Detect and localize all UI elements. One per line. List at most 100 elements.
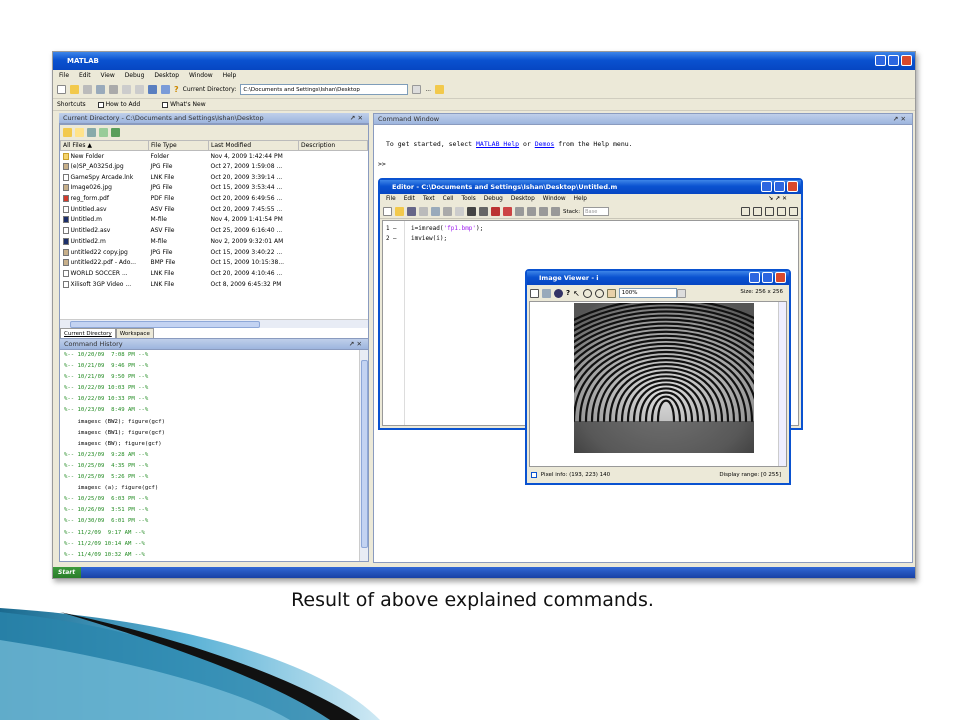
- command-prompt[interactable]: >>: [378, 160, 386, 168]
- menu-edit[interactable]: Edit: [79, 72, 91, 79]
- history-line[interactable]: %-- 10/22/09 10:03 PM --%: [64, 383, 360, 394]
- tile-icon[interactable]: [741, 207, 750, 216]
- history-line[interactable]: %-- 10/25/09 6:03 PM --%: [64, 494, 360, 505]
- file-row[interactable]: Untitled2.m M-file Nov 2, 2009 9:32:01 AM: [61, 236, 368, 247]
- history-line[interactable]: %-- 10/20/09 7:08 PM --%: [64, 350, 360, 361]
- print-icon[interactable]: [467, 207, 476, 216]
- file-name-cell[interactable]: Untitled.m: [61, 215, 149, 226]
- shortcut-whats-new[interactable]: What's New: [162, 101, 216, 108]
- pan-hand-icon[interactable]: [606, 288, 616, 298]
- split-vertical-icon[interactable]: [753, 207, 762, 216]
- file-row[interactable]: WORLD SOCCER ... LNK File Oct 20, 2009 4:1…: [61, 268, 368, 279]
- pointer-icon[interactable]: ↖: [573, 289, 580, 298]
- browse-ellipsis[interactable]: ...: [425, 86, 431, 93]
- chevron-down-icon[interactable]: [412, 85, 422, 94]
- file-name-cell[interactable]: Untitled2.asv: [61, 225, 149, 236]
- minimize-button[interactable]: [875, 55, 886, 66]
- file-row[interactable]: Untitled.asv ASV File Oct 20, 2009 7:45:55…: [61, 204, 368, 215]
- history-line[interactable]: %-- 11/2/09 9:17 AM --%: [64, 528, 360, 539]
- code-line[interactable]: i=imread('fp1.bmp');: [411, 224, 483, 234]
- report-icon[interactable]: [111, 128, 120, 137]
- maximize-button[interactable]: [888, 55, 899, 66]
- history-line[interactable]: %-- 11/2/09 10:14 AM --%: [64, 539, 360, 550]
- split-horizontal-icon[interactable]: [765, 207, 774, 216]
- new-file-icon[interactable]: [383, 207, 392, 216]
- col-last-modified[interactable]: Last Modified: [208, 140, 299, 151]
- up-folder-icon[interactable]: [63, 128, 72, 137]
- file-name-cell[interactable]: GameSpy Arcade.lnk: [61, 172, 149, 183]
- shortcut-how-to-add[interactable]: How to Add: [97, 101, 151, 108]
- file-name-cell[interactable]: reg_form.pdf: [61, 193, 149, 204]
- paste-icon[interactable]: [443, 207, 452, 216]
- history-line[interactable]: %-- 10/25/09 4:35 PM --%: [64, 461, 360, 472]
- browse-folder-icon[interactable]: [435, 85, 445, 94]
- close-button[interactable]: [775, 272, 786, 283]
- panel-controls[interactable]: ↗ ✕: [349, 339, 362, 350]
- col-file-type[interactable]: File Type: [148, 140, 209, 151]
- pixel-info-checkbox[interactable]: [531, 471, 537, 478]
- file-row[interactable]: New Folder Folder Nov 4, 2009 1:42:44 PM: [61, 151, 368, 162]
- history-line[interactable]: %-- 10/26/09 3:51 PM --%: [64, 505, 360, 516]
- history-line[interactable]: %-- 11/4/09 10:32 AM --%: [64, 550, 360, 561]
- image-display-area[interactable]: [529, 301, 787, 467]
- editor-menu-debug[interactable]: Debug: [484, 196, 503, 202]
- col-all-files[interactable]: All Files ▲: [60, 140, 149, 151]
- redo-icon[interactable]: [135, 85, 144, 94]
- history-line[interactable]: %-- 10/30/09 6:01 PM --%: [64, 516, 360, 527]
- menu-window[interactable]: Window: [189, 72, 213, 79]
- panel-controls[interactable]: ↗ ✕: [350, 113, 363, 124]
- image-scrollbar[interactable]: [778, 302, 786, 466]
- file-row[interactable]: Xilisoft 3GP Video ... LNK File Oct 8, 200…: [61, 279, 368, 290]
- open-folder-icon[interactable]: [70, 85, 79, 94]
- cut-icon[interactable]: [419, 207, 428, 216]
- maximize-doc-icon[interactable]: [789, 207, 798, 216]
- close-button[interactable]: [787, 181, 798, 192]
- function-icon[interactable]: [491, 207, 500, 216]
- new-figure-icon[interactable]: [530, 288, 539, 298]
- close-button[interactable]: [901, 55, 912, 66]
- current-dir-input[interactable]: C:\Documents and Settings\Ishan\Desktop: [240, 84, 409, 95]
- find-icon[interactable]: [479, 207, 488, 216]
- editor-menu-text[interactable]: Text: [423, 196, 435, 202]
- history-line[interactable]: %-- 10/23/09 9:28 AM --%: [64, 450, 360, 461]
- file-name-cell[interactable]: WORLD SOCCER ...: [61, 268, 149, 279]
- matlab-help-link[interactable]: MATLAB Help: [476, 140, 519, 148]
- col-description[interactable]: Description: [298, 140, 368, 151]
- demos-link[interactable]: Demos: [535, 140, 555, 148]
- zoom-in-icon[interactable]: [582, 288, 592, 298]
- file-name-cell[interactable]: Image026.jpg: [61, 183, 149, 194]
- undo-icon[interactable]: [455, 207, 464, 216]
- step-in-icon[interactable]: [527, 207, 536, 216]
- step-out-icon[interactable]: [539, 207, 548, 216]
- refresh-icon[interactable]: [99, 128, 108, 137]
- help-icon[interactable]: ?: [174, 85, 179, 94]
- code-area[interactable]: i=imread('fp1.bmp'); imview(i);: [411, 224, 483, 244]
- maximize-button[interactable]: [774, 181, 785, 192]
- file-row[interactable]: untitled22 copy.jpg JPG File Oct 15, 2009 …: [61, 247, 368, 258]
- guide-icon[interactable]: [161, 85, 170, 94]
- zoom-out-icon[interactable]: [594, 288, 604, 298]
- editor-menu-help[interactable]: Help: [574, 196, 587, 202]
- editor-menu-cell[interactable]: Cell: [443, 196, 454, 202]
- editor-doc-controls[interactable]: ↘ ↗ ✕: [768, 194, 787, 204]
- history-line[interactable]: %-- 10/21/09 9:46 PM --%: [64, 361, 360, 372]
- start-button[interactable]: Start: [53, 567, 81, 578]
- history-line[interactable]: imagesc (a); figure(gcf): [64, 483, 360, 494]
- history-line[interactable]: %-- 10/22/09 10:33 PM --%: [64, 394, 360, 405]
- file-name-cell[interactable]: untitled22.pdf - Ado...: [61, 257, 149, 268]
- history-line[interactable]: imagesc (BW1); figure(gcf): [64, 428, 360, 439]
- history-line[interactable]: %-- 10/21/09 9:50 PM --%: [64, 372, 360, 383]
- file-row[interactable]: GameSpy Arcade.lnk LNK File Oct 20, 2009 3…: [61, 172, 368, 183]
- history-line[interactable]: %-- 10/23/09 8:49 AM --%: [64, 405, 360, 416]
- file-row[interactable]: untitled22.pdf - Ado... BMP File Oct 15, 2…: [61, 257, 368, 268]
- cut-icon[interactable]: [83, 85, 92, 94]
- minimize-button[interactable]: [761, 181, 772, 192]
- copy-icon[interactable]: [96, 85, 105, 94]
- panel-controls[interactable]: ↗ ✕: [893, 114, 906, 125]
- file-name-cell[interactable]: Xilisoft 3GP Video ...: [61, 279, 149, 290]
- copy-icon[interactable]: [431, 207, 440, 216]
- vertical-scrollbar[interactable]: [359, 350, 368, 561]
- file-name-cell[interactable]: New Folder: [61, 151, 149, 162]
- chevron-down-icon[interactable]: [676, 288, 686, 298]
- horizontal-scrollbar[interactable]: [60, 319, 368, 328]
